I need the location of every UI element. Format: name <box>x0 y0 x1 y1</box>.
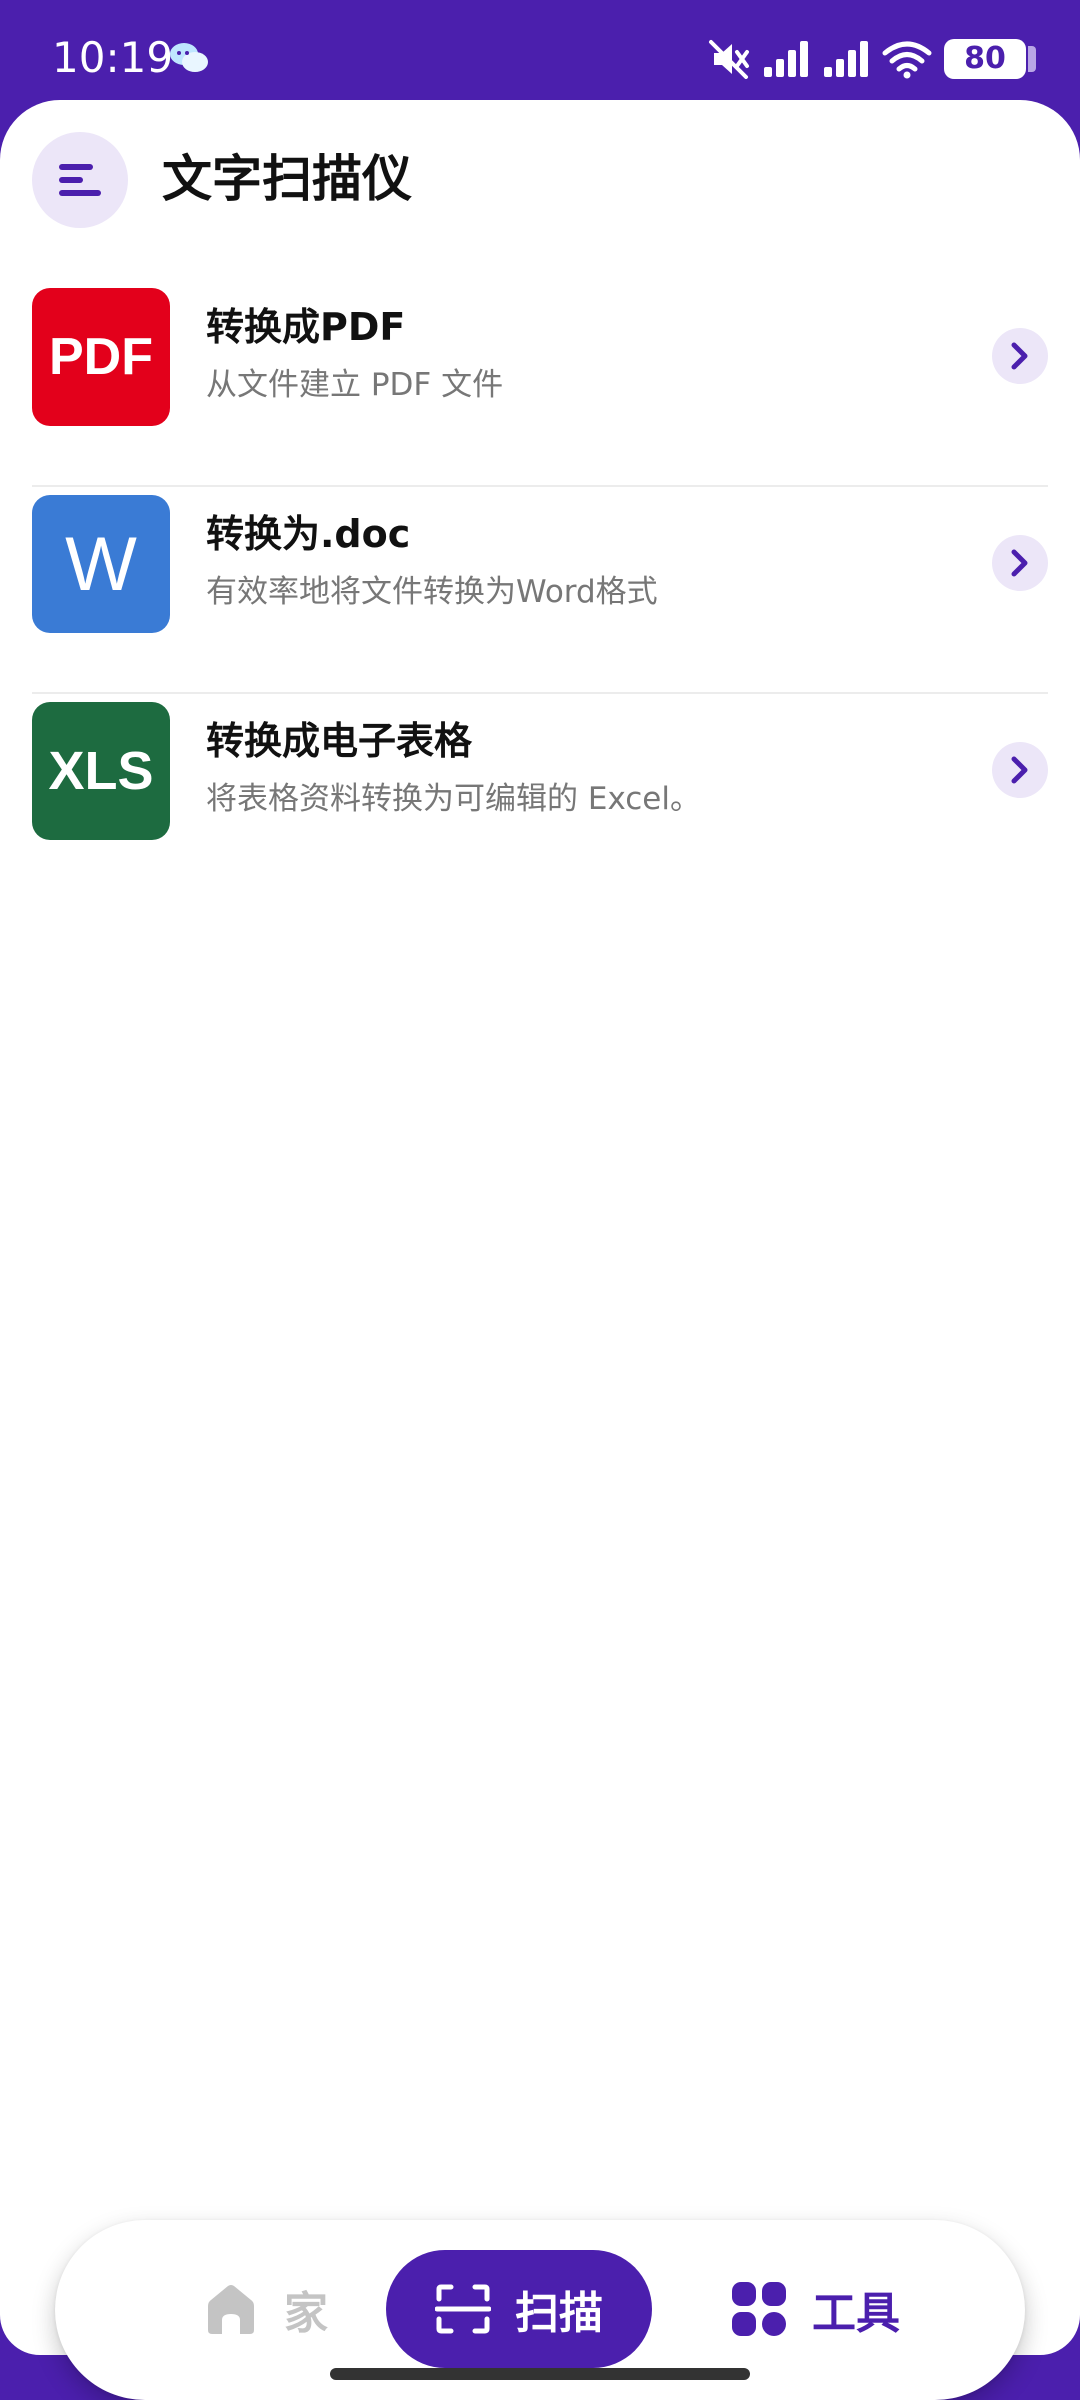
excel-logo-icon: XLS <box>32 702 170 840</box>
word-logo-icon: W <box>32 495 170 633</box>
page-title: 文字扫描仪 <box>162 150 412 208</box>
grid-apps-icon <box>732 2282 786 2336</box>
open-doc-button[interactable] <box>992 535 1048 591</box>
home-icon <box>208 2285 254 2334</box>
pdf-logo-icon: PDF <box>32 288 170 426</box>
signal-icon <box>764 41 808 77</box>
status-time: 10:19 <box>52 33 174 82</box>
tool-description: 有效率地将文件转换为Word格式 <box>206 574 658 610</box>
wifi-icon <box>882 41 932 79</box>
signal-icon <box>824 41 868 77</box>
header: 文字扫描仪 <box>0 100 1080 260</box>
battery-indicator: 80 <box>944 39 1026 79</box>
status-icons: 80 <box>708 34 1036 84</box>
nav-scan[interactable]: 扫描 <box>386 2250 652 2368</box>
open-pdf-button[interactable] <box>992 328 1048 384</box>
battery-level: 80 <box>964 41 1006 76</box>
muted-icon <box>709 40 749 79</box>
chat-bubbles-icon <box>170 43 208 72</box>
battery-tip <box>1028 46 1036 72</box>
nav-scan-label: 扫描 <box>515 2288 603 2339</box>
nav-home-label: 家 <box>284 2288 328 2339</box>
tool-title: 转换成电子表格 <box>206 719 473 763</box>
tool-description: 将表格资料转换为可编辑的 Excel。 <box>206 781 701 817</box>
tool-description: 从文件建立 PDF 文件 <box>206 367 504 403</box>
menu-button[interactable] <box>32 132 128 228</box>
menu-icon <box>59 164 101 196</box>
chevron-right-icon <box>1011 756 1028 784</box>
tool-list: PDF 转换成PDF 从文件建立 PDF 文件 W 转换为.doc 有效率地将文… <box>32 280 1048 901</box>
tool-title: 转换为.doc <box>206 512 411 556</box>
nav-tools-label: 工具 <box>812 2288 900 2339</box>
tool-item-pdf[interactable]: PDF 转换成PDF 从文件建立 PDF 文件 <box>32 280 1048 487</box>
tool-item-xls[interactable]: XLS 转换成电子表格 将表格资料转换为可编辑的 Excel。 <box>32 694 1048 901</box>
tool-item-doc[interactable]: W 转换为.doc 有效率地将文件转换为Word格式 <box>32 487 1048 694</box>
tool-title: 转换成PDF <box>206 305 406 349</box>
status-bar: 10:19 80 <box>0 0 1080 100</box>
chevron-right-icon <box>1011 342 1028 370</box>
main-sheet: 文字扫描仪 PDF 转换成PDF 从文件建立 PDF 文件 W 转换为.doc … <box>0 100 1080 2400</box>
scan-icon <box>435 2284 491 2334</box>
home-indicator[interactable] <box>330 2368 750 2380</box>
nav-home[interactable]: 家 <box>145 2250 385 2368</box>
nav-tools[interactable]: 工具 <box>695 2250 935 2368</box>
open-xls-button[interactable] <box>992 742 1048 798</box>
chevron-right-icon <box>1011 549 1028 577</box>
